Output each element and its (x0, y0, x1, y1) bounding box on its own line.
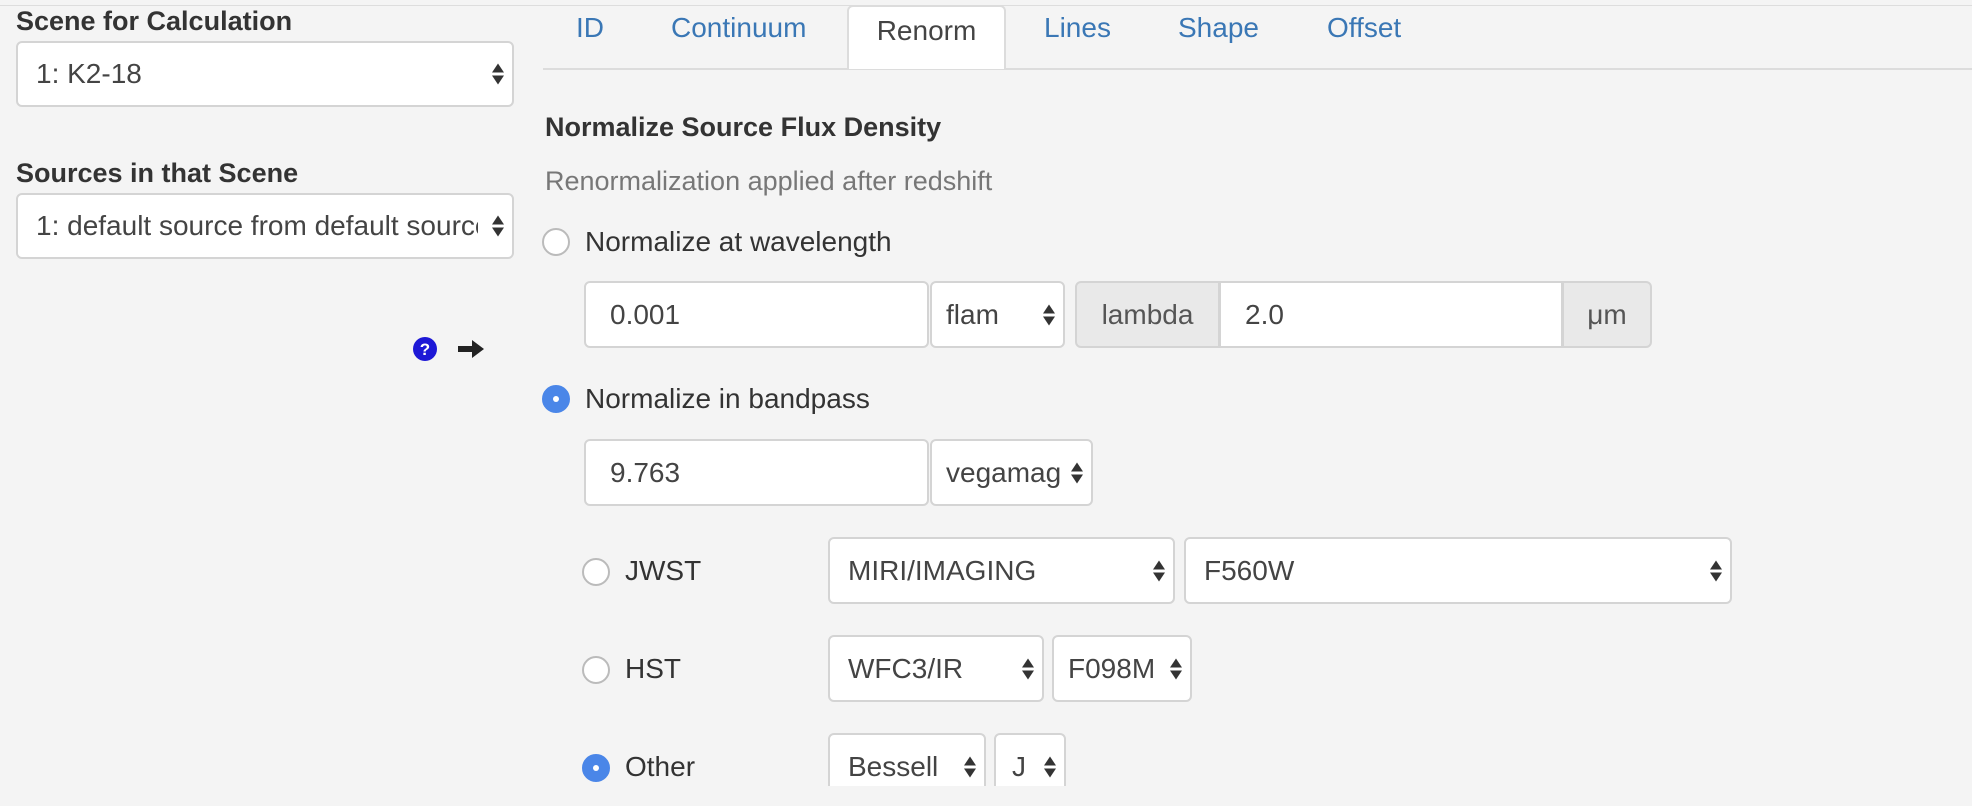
renorm-subtext: Renormalization applied after redshift (545, 166, 993, 196)
bandpass-value-input[interactable]: 9.763 (584, 439, 929, 506)
jwst-label: JWST (625, 555, 702, 586)
wavelength-flux-input[interactable]: 0.001 (584, 281, 929, 348)
tabs-baseline (543, 68, 1972, 70)
tab-id[interactable]: ID (576, 12, 604, 44)
select-arrows-icon (1071, 462, 1083, 483)
normalize-wavelength-label: Normalize at wavelength (585, 226, 892, 257)
hst-filter-select[interactable]: F098M (1052, 635, 1192, 702)
arrow-right-icon[interactable] (456, 337, 486, 361)
jwst-instrument-select[interactable]: MIRI/IMAGING (828, 537, 1175, 604)
radio-jwst[interactable] (582, 558, 610, 586)
select-arrows-icon (964, 756, 976, 777)
other-filter-value: J (1012, 750, 1026, 782)
magnitude-unit-value: vegamag (946, 456, 1062, 488)
select-arrows-icon (492, 63, 504, 85)
select-arrows-icon (1043, 304, 1055, 325)
jwst-filter-value: F560W (1204, 554, 1295, 586)
tab-offset[interactable]: Offset (1327, 12, 1401, 44)
renorm-heading: Normalize Source Flux Density (545, 112, 942, 142)
radio-hst[interactable] (582, 656, 610, 684)
sources-select[interactable]: 1: default source from default source (16, 193, 514, 259)
tab-shape[interactable]: Shape (1178, 12, 1259, 44)
select-arrows-icon (1170, 658, 1182, 679)
hst-instrument-select[interactable]: WFC3/IR (828, 635, 1044, 702)
jwst-instrument-value: MIRI/IMAGING (848, 554, 1037, 586)
select-arrows-icon (1153, 560, 1165, 581)
sources-select-value: 1: default source from default source (36, 210, 478, 241)
scene-select[interactable]: 1: K2-18 (16, 41, 514, 107)
scene-select-value: 1: K2-18 (36, 58, 142, 89)
lambda-input[interactable]: 2.0 (1219, 281, 1563, 348)
scene-label: Scene for Calculation (16, 6, 293, 36)
select-arrows-icon (1022, 658, 1034, 679)
radio-normalize-wavelength[interactable] (542, 228, 570, 256)
sources-label: Sources in that Scene (16, 158, 299, 188)
lambda-unit-addon: μm (1562, 281, 1652, 348)
radio-normalize-bandpass[interactable] (542, 385, 570, 413)
select-arrows-icon (492, 215, 504, 237)
tab-renorm[interactable]: Renorm (847, 5, 1006, 69)
select-arrows-icon (1044, 756, 1056, 777)
svg-text:?: ? (420, 340, 430, 359)
flux-unit-select[interactable]: flam (930, 281, 1065, 348)
bottom-band (0, 786, 1972, 806)
help-icon[interactable]: ? (412, 336, 438, 362)
hst-instrument-value: WFC3/IR (848, 652, 964, 684)
hst-label: HST (625, 653, 681, 684)
normalize-bandpass-label: Normalize in bandpass (585, 383, 870, 414)
other-label: Other (625, 751, 696, 782)
select-arrows-icon (1710, 560, 1722, 581)
jwst-filter-select[interactable]: F560W (1184, 537, 1732, 604)
lambda-addon: lambda (1075, 281, 1220, 348)
tab-continuum[interactable]: Continuum (671, 12, 806, 44)
tab-lines[interactable]: Lines (1044, 12, 1111, 44)
magnitude-unit-select[interactable]: vegamag (930, 439, 1093, 506)
radio-other[interactable] (582, 754, 610, 782)
